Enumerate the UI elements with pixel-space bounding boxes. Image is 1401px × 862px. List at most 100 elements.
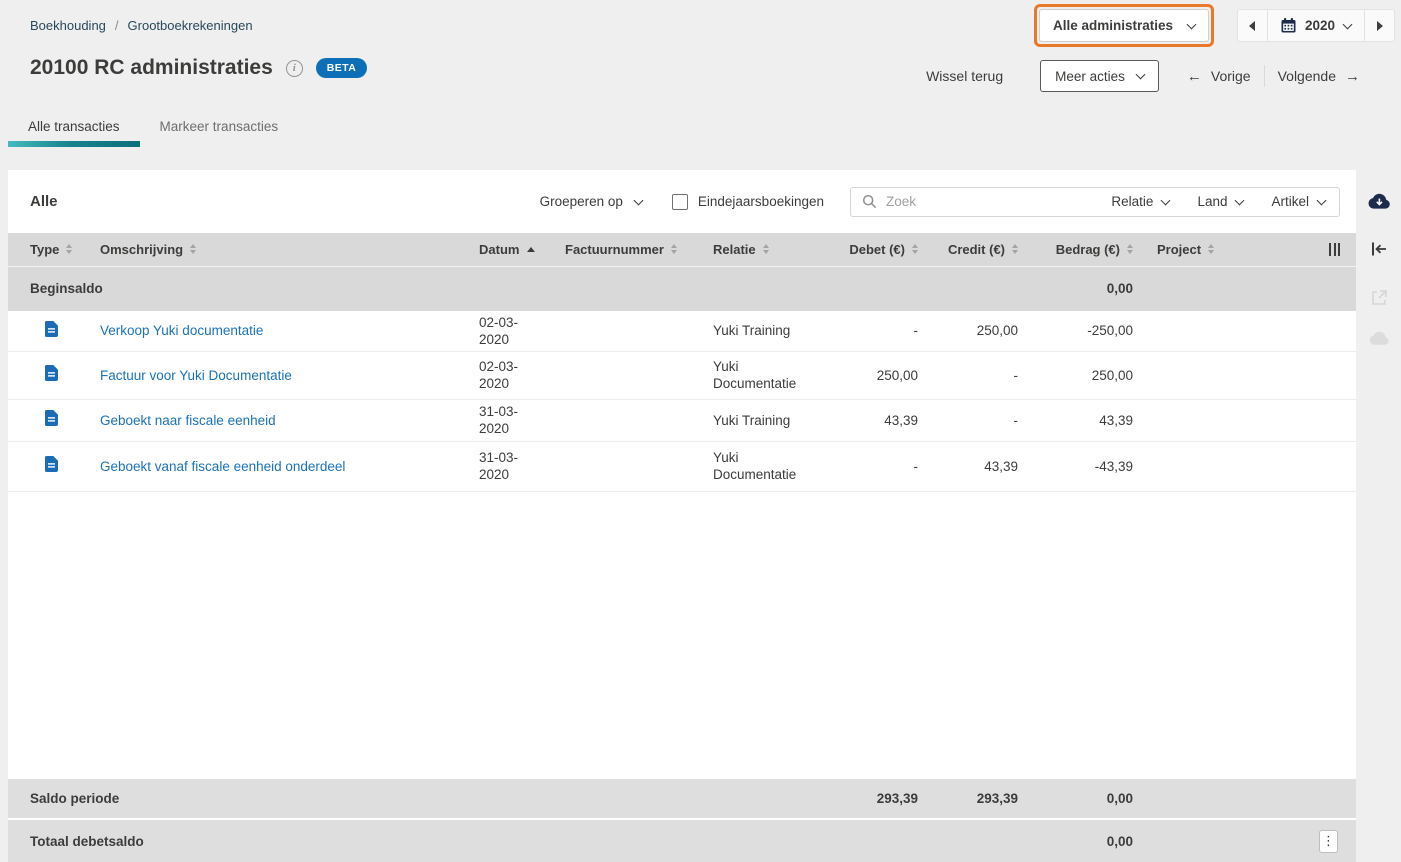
column-header-type[interactable]: Type: [8, 233, 78, 267]
saldo-periode-credit: 293,39: [930, 779, 1031, 819]
tab-alle-transacties[interactable]: Alle transacties: [8, 108, 140, 147]
column-header-factuurnummer[interactable]: Factuurnummer: [545, 233, 693, 267]
open-external-button[interactable]: [1370, 289, 1388, 307]
filter-relatie-label: Relatie: [1111, 194, 1154, 209]
cell-bedrag: 250,00: [1030, 351, 1145, 400]
groeperen-op-dropdown[interactable]: Groeperen op: [540, 194, 644, 209]
collapse-panel-button[interactable]: [1371, 242, 1387, 256]
search-input[interactable]: Zoek: [886, 194, 1083, 209]
search-box[interactable]: Zoek Relatie Land Artikel: [850, 186, 1340, 217]
administration-dropdown[interactable]: Alle administraties: [1039, 9, 1209, 42]
cell-bedrag: -250,00: [1030, 311, 1145, 352]
column-header-debet[interactable]: Debet (€): [818, 233, 930, 267]
cell-relatie: Yuki Documentatie: [693, 351, 818, 400]
arrow-right-icon: →: [1345, 67, 1360, 85]
row-options-button[interactable]: ⋮: [1319, 829, 1339, 853]
eindejaarsboekingen-label: Eindejaarsboekingen: [697, 194, 824, 209]
table-row[interactable]: Geboekt vanaf fiscale eenheid onderdeel …: [8, 441, 1356, 492]
beta-badge: BETA: [315, 58, 368, 78]
eindejaarsboekingen-checkbox[interactable]: [671, 193, 688, 210]
cell-relatie: Yuki Training: [693, 399, 818, 442]
chevron-down-icon: [1235, 195, 1245, 205]
totaal-debetsaldo-row: Totaal debetsaldo 0,00 ⋮: [8, 818, 1356, 862]
table-row[interactable]: Factuur voor Yuki Documentatie 02-03-202…: [8, 351, 1356, 400]
cell-credit: -: [930, 399, 1030, 442]
transaction-link[interactable]: Factuur voor Yuki Documentatie: [100, 368, 292, 383]
totals-table: Saldo periode 293,39 293,39 0,00 Totaal …: [8, 779, 1356, 862]
title-actions: Wissel terug Meer acties ← Vorige Volgen…: [926, 60, 1360, 92]
transactions-table: Type Omschrijving Datum Factuurnummer Re…: [8, 233, 1356, 492]
transaction-link[interactable]: Geboekt naar fiscale eenheid: [100, 413, 276, 428]
table-empty-space: [8, 491, 1356, 779]
cell-debet: -: [818, 311, 930, 352]
cell-datum: 31-03-2020: [463, 399, 545, 442]
next-year-button[interactable]: [1365, 9, 1395, 42]
chevron-down-icon: [1316, 195, 1327, 205]
column-header-relatie[interactable]: Relatie: [693, 233, 818, 267]
eindejaarsboekingen-group: Eindejaarsboekingen: [671, 193, 824, 210]
table-row[interactable]: Verkoop Yuki documentatie 02-03-2020 Yuk…: [8, 311, 1356, 352]
annotation-highlight-box: Alle administraties: [1034, 4, 1214, 47]
filter-artikel-dropdown[interactable]: Artikel: [1271, 194, 1327, 209]
year-dropdown[interactable]: 2020: [1266, 9, 1365, 42]
tab-bar: Alle transacties Markeer transacties: [8, 108, 1401, 147]
saldo-periode-debet: 293,39: [818, 779, 931, 819]
filter-land-label: Land: [1197, 194, 1228, 209]
cell-factuurnummer: [545, 441, 693, 492]
vorige-button[interactable]: ← Vorige: [1187, 68, 1251, 85]
tab-markeer-transacties[interactable]: Markeer transacties: [140, 108, 299, 147]
search-icon: [862, 194, 877, 209]
transaction-link[interactable]: Verkoop Yuki documentatie: [100, 323, 263, 338]
document-icon[interactable]: [45, 365, 58, 381]
info-icon[interactable]: i: [285, 59, 303, 77]
column-header-credit[interactable]: Credit (€): [930, 233, 1030, 267]
column-header-datum[interactable]: Datum: [463, 233, 545, 267]
table-row[interactable]: Geboekt naar fiscale eenheid 31-03-2020 …: [8, 399, 1356, 442]
pager-divider: [1263, 65, 1265, 87]
sort-icon: [1012, 244, 1018, 255]
arrow-left-icon: ←: [1186, 67, 1202, 85]
cell-debet: 43,39: [818, 399, 930, 442]
calendar-icon: [1281, 18, 1296, 33]
saldo-periode-bedrag: 0,00: [1030, 779, 1146, 819]
breadcrumb-grootboekrekeningen[interactable]: Grootboekrekeningen: [128, 18, 253, 33]
sort-icon: [762, 244, 769, 255]
export-download-button[interactable]: [1367, 193, 1391, 210]
column-header-project[interactable]: Project: [1145, 233, 1265, 267]
filter-land-dropdown[interactable]: Land: [1197, 194, 1245, 209]
chevron-down-icon: [633, 195, 644, 205]
cell-relatie: Yuki Documentatie: [693, 441, 818, 492]
cell-debet: 250,00: [818, 351, 930, 400]
sort-ascending-icon: [527, 246, 536, 252]
document-icon[interactable]: [45, 410, 58, 426]
meer-acties-button[interactable]: Meer acties: [1040, 60, 1159, 92]
column-header-bedrag[interactable]: Bedrag (€): [1030, 233, 1145, 267]
transaction-link[interactable]: Geboekt vanaf fiscale eenheid onderdeel: [100, 459, 345, 474]
title-row: 20100 RC administraties i BETA Wissel te…: [0, 50, 1401, 98]
vorige-label: Vorige: [1210, 68, 1251, 84]
cell-project: [1145, 311, 1265, 352]
column-header-omschrijving[interactable]: Omschrijving: [78, 233, 463, 267]
cell-debet: -: [818, 441, 930, 492]
year-label: 2020: [1304, 18, 1335, 33]
previous-year-button[interactable]: [1236, 9, 1267, 42]
cell-relatie: Yuki Training: [693, 311, 818, 352]
filter-artikel-label: Artikel: [1271, 194, 1309, 209]
triangle-left-icon: [1249, 20, 1256, 31]
wissel-terug-link[interactable]: Wissel terug: [926, 68, 1003, 84]
columns-icon[interactable]: [1329, 242, 1340, 256]
chevron-down-icon: [1160, 195, 1171, 205]
filter-relatie-dropdown[interactable]: Relatie: [1111, 194, 1171, 209]
volgende-button[interactable]: Volgende →: [1278, 68, 1360, 85]
administration-dropdown-label: Alle administraties: [1053, 18, 1174, 33]
breadcrumb-boekhouding[interactable]: Boekhouding: [30, 18, 106, 33]
cell-datum: 31-03-2020: [463, 441, 545, 492]
sort-icon: [912, 244, 918, 255]
secondary-download-button[interactable]: [1368, 331, 1390, 346]
cell-credit: -: [930, 351, 1030, 400]
cell-bedrag: 43,39: [1030, 399, 1145, 442]
chevron-down-icon: [1135, 69, 1146, 80]
document-icon[interactable]: [45, 456, 58, 472]
document-icon[interactable]: [45, 320, 58, 337]
triangle-right-icon: [1376, 20, 1383, 31]
